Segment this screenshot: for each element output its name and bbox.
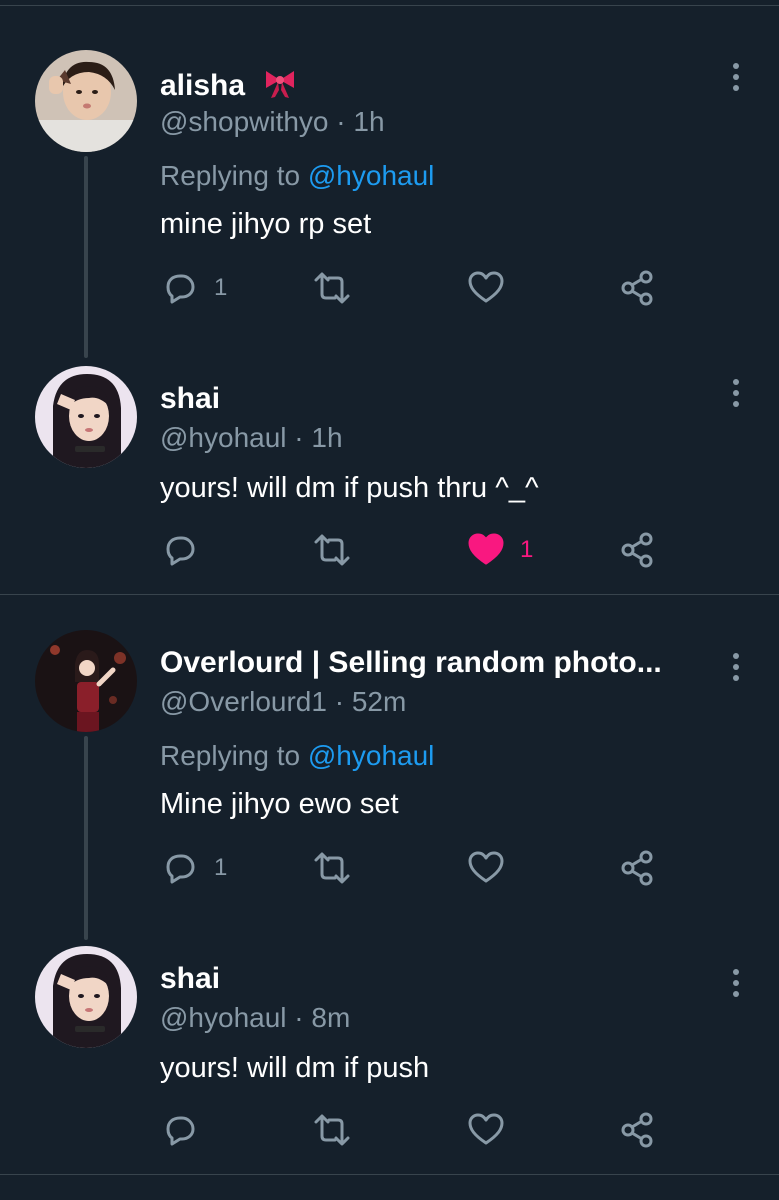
like-icon bbox=[468, 1113, 504, 1145]
handle-and-time: @hyohaul · 8m bbox=[160, 1002, 351, 1033]
thread-divider bbox=[0, 594, 779, 595]
avatar[interactable] bbox=[35, 50, 137, 152]
avatar[interactable] bbox=[35, 630, 137, 732]
display-name[interactable]: shai bbox=[160, 382, 220, 416]
timestamp[interactable]: 52m bbox=[352, 686, 406, 717]
reply-icon bbox=[166, 536, 195, 566]
like-button[interactable]: 1 bbox=[466, 530, 533, 570]
reply-button[interactable]: 1 bbox=[160, 268, 227, 308]
more-icon[interactable] bbox=[724, 650, 748, 690]
thread-line bbox=[84, 156, 88, 358]
avatar[interactable] bbox=[35, 366, 137, 468]
handle[interactable]: @hyohaul bbox=[160, 422, 287, 453]
action-bar: 1 bbox=[160, 848, 680, 888]
retweet-button[interactable] bbox=[312, 530, 366, 570]
reply-button[interactable] bbox=[160, 530, 214, 570]
ribbon-icon bbox=[263, 66, 297, 108]
display-name[interactable]: alisha bbox=[160, 66, 297, 108]
like-button[interactable] bbox=[466, 848, 520, 888]
retweet-icon bbox=[314, 534, 350, 566]
retweet-icon bbox=[314, 272, 350, 304]
share-button[interactable] bbox=[618, 530, 658, 570]
tweet-text: Mine jihyo ewo set bbox=[160, 788, 399, 820]
thread-line bbox=[84, 736, 88, 940]
like-button[interactable] bbox=[466, 1110, 520, 1150]
like-button[interactable] bbox=[466, 268, 520, 308]
reply-button[interactable] bbox=[160, 1110, 214, 1150]
tweet-text: yours! will dm if push bbox=[160, 1052, 430, 1084]
timestamp[interactable]: 1h bbox=[311, 422, 342, 453]
display-name[interactable]: Overlourd | Selling random photo... bbox=[160, 646, 662, 680]
share-button[interactable] bbox=[618, 268, 658, 308]
reply-count: 1 bbox=[214, 274, 228, 301]
more-icon[interactable] bbox=[724, 60, 748, 100]
share-icon bbox=[621, 1112, 653, 1148]
share-button[interactable] bbox=[618, 848, 658, 888]
like-icon bbox=[468, 851, 504, 883]
reply-icon bbox=[166, 274, 195, 304]
avatar[interactable] bbox=[35, 946, 137, 1048]
reply-icon bbox=[166, 854, 195, 884]
mention-link[interactable]: @hyohaul bbox=[308, 160, 435, 191]
mention-link[interactable]: @hyohaul bbox=[308, 740, 435, 771]
tweet-text: mine jihyo rp set bbox=[160, 208, 372, 240]
handle[interactable]: @hyohaul bbox=[160, 1002, 287, 1033]
handle[interactable]: @Overlourd1 bbox=[160, 686, 327, 717]
more-icon[interactable] bbox=[724, 966, 748, 1006]
share-icon bbox=[621, 270, 653, 306]
bottom-divider bbox=[0, 1174, 779, 1175]
top-divider bbox=[0, 5, 779, 6]
share-icon bbox=[621, 532, 653, 568]
timestamp[interactable]: 8m bbox=[311, 1002, 350, 1033]
replying-to: Replying to @hyohaul bbox=[160, 160, 435, 191]
more-icon[interactable] bbox=[724, 376, 748, 416]
retweet-button[interactable] bbox=[312, 848, 366, 888]
action-bar: 1 bbox=[160, 530, 680, 570]
like-icon bbox=[468, 533, 504, 565]
reply-button[interactable]: 1 bbox=[160, 848, 227, 888]
replying-to: Replying to @hyohaul bbox=[160, 740, 435, 771]
like-count: 1 bbox=[520, 536, 534, 563]
handle-and-time: @hyohaul · 1h bbox=[160, 422, 343, 453]
handle-and-time: @shopwithyo · 1h bbox=[160, 106, 385, 137]
retweet-button[interactable] bbox=[312, 268, 366, 308]
tweet-text: yours! will dm if push thru ^_^ bbox=[160, 472, 539, 504]
reply-count: 1 bbox=[214, 854, 228, 881]
handle-and-time: @Overlourd1 · 52m bbox=[160, 686, 407, 717]
timestamp[interactable]: 1h bbox=[353, 106, 384, 137]
share-button[interactable] bbox=[618, 1110, 658, 1150]
retweet-button[interactable] bbox=[312, 1110, 366, 1150]
like-icon bbox=[468, 271, 504, 303]
share-icon bbox=[621, 850, 653, 886]
retweet-icon bbox=[314, 852, 350, 884]
handle[interactable]: @shopwithyo bbox=[160, 106, 329, 137]
action-bar bbox=[160, 1110, 680, 1150]
retweet-icon bbox=[314, 1114, 350, 1146]
display-name[interactable]: shai bbox=[160, 962, 220, 996]
action-bar: 1 bbox=[160, 268, 680, 308]
reply-icon bbox=[166, 1116, 195, 1146]
